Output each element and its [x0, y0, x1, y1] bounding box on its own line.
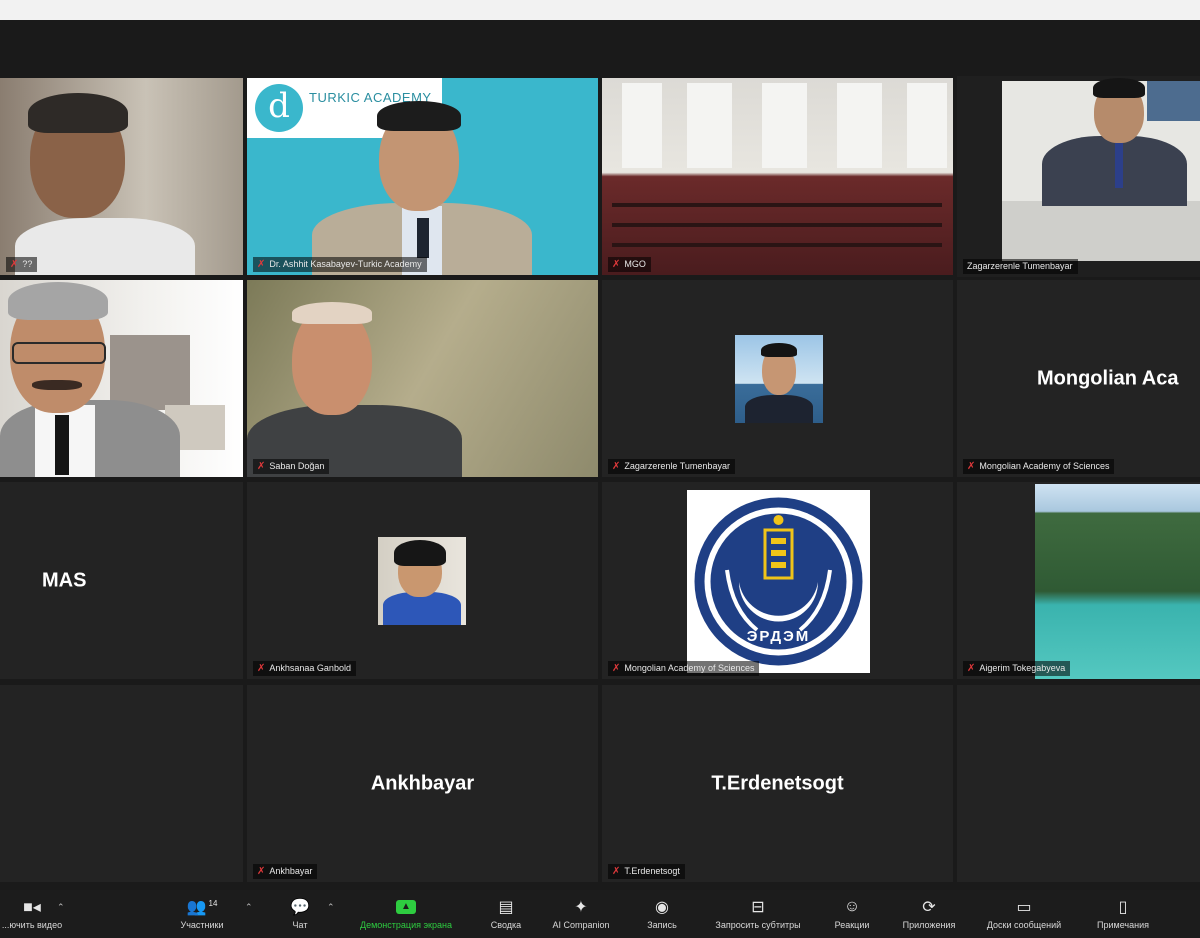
participant-name-label: ✗ Aigerim Tokegabyeva — [963, 661, 1071, 676]
participant-display-name: Mongolian Aca — [1037, 367, 1179, 389]
profile-photo — [735, 335, 823, 423]
notes-button[interactable]: ▯ Примечания — [1088, 896, 1158, 936]
mic-muted-icon: ✗ — [612, 461, 621, 472]
participant-name-label: ✗ Dr. Ashhit Kasabayev-Turkic Academy — [253, 257, 427, 272]
video-tile[interactable]: ✗?? — [0, 78, 243, 275]
turkic-academy-logo-icon: d — [255, 84, 303, 132]
video-tile[interactable]: Ankhbayar ✗ Ankhbayar — [247, 685, 598, 882]
reactions-button[interactable]: ☺ Реакции — [828, 896, 876, 936]
mic-muted-icon: ✗ — [967, 663, 976, 674]
participant-display-name: Ankhbayar — [370, 772, 475, 794]
video-tile[interactable] — [957, 685, 1200, 882]
reactions-icon: ☺ — [843, 898, 861, 915]
meeting-toolbar: ■◂ ...ючить видео ⌃ 👥 14 Участники ⌃ 💬 Ча… — [0, 890, 1200, 938]
seal-text: ЭРДЭМ — [746, 628, 811, 645]
participant-display-name: MAS — [42, 569, 87, 591]
video-tile[interactable] — [0, 685, 243, 882]
video-tile[interactable]: ✗ MGO — [602, 78, 953, 275]
notes-icon: ▯ — [1118, 899, 1128, 916]
video-feed — [0, 280, 243, 477]
video-camera-icon: ■◂ — [23, 899, 41, 916]
profile-photo — [1035, 484, 1200, 679]
video-feed: d TURKIC ACADEMY — [247, 78, 598, 275]
mic-muted-icon: ✗ — [257, 866, 266, 877]
mic-muted-icon: ✗ — [10, 259, 19, 270]
sparkle-icon: ✦ — [574, 899, 588, 916]
video-feed — [247, 280, 598, 477]
record-icon: ◉ — [655, 899, 669, 916]
participant-name-label: ✗ Saban Doğan — [253, 459, 330, 474]
video-tile[interactable]: ЭРДЭМ ✗ Mongolian Academy of Sciences — [602, 482, 953, 679]
participant-name-label: ✗ Ankhsanaa Ganbold — [253, 661, 356, 676]
mic-muted-icon: ✗ — [612, 259, 621, 270]
academy-seal-icon: ЭРДЭМ — [687, 490, 870, 673]
participant-name-label: ✗ T.Erdenetsogt — [608, 864, 685, 879]
whiteboards-button[interactable]: ▭ Доски сообщений — [976, 896, 1072, 936]
mic-muted-icon: ✗ — [967, 461, 976, 472]
participants-button[interactable]: 👥 14 Участники — [172, 896, 232, 936]
video-tile[interactable] — [0, 280, 243, 477]
participant-name-label: ✗?? — [6, 257, 38, 272]
participant-name-label: ✗ MGO — [608, 257, 651, 272]
share-screen-icon: ▲ — [396, 896, 416, 918]
mic-muted-icon: ✗ — [612, 663, 621, 674]
video-tile[interactable]: ✗ Aigerim Tokegabyeva — [957, 482, 1200, 679]
chat-options-chevron-icon[interactable]: ⌃ — [327, 902, 335, 913]
video-options-chevron-icon[interactable]: ⌃ — [57, 902, 65, 913]
participants-icon: 👥 14 — [186, 898, 218, 917]
video-tile[interactable]: d TURKIC ACADEMY ✗ Dr. Ashhit Kasabayev-T… — [247, 78, 598, 275]
participant-name-label: ✗ Mongolian Academy of Sciences — [963, 459, 1115, 474]
participant-name-label: Zagarzerenle Tumenbayar — [963, 259, 1078, 274]
video-tile[interactable]: ✗ Ankhsanaa Ganbold — [247, 482, 598, 679]
video-tile[interactable]: MAS — [0, 482, 243, 679]
record-button[interactable]: ◉ Запись — [640, 896, 684, 936]
video-button[interactable]: ■◂ ...ючить видео — [0, 896, 64, 936]
chat-icon: 💬 — [290, 899, 310, 916]
mic-muted-icon: ✗ — [257, 259, 266, 270]
whiteboard-icon: ▭ — [1016, 899, 1032, 916]
share-screen-button[interactable]: ▲ Демонстрация экрана — [350, 896, 462, 936]
mic-muted-icon: ✗ — [257, 461, 266, 472]
apps-button[interactable]: ⟳ Приложения — [896, 896, 962, 936]
video-feed — [957, 76, 1200, 277]
video-tile[interactable]: Mongolian Aca ✗ Mongolian Academy of Scie… — [957, 280, 1200, 477]
mic-muted-icon: ✗ — [612, 866, 621, 877]
summary-icon: ▤ — [498, 899, 514, 916]
participant-name-label: ✗ Zagarzerenle Tumenbayar — [608, 459, 735, 474]
participant-display-name: T.Erdenetsogt — [711, 772, 844, 794]
summary-button[interactable]: ▤ Сводка — [484, 896, 528, 936]
participant-name-label: ✗ Mongolian Academy of Sciences — [608, 661, 760, 676]
ai-companion-button[interactable]: ✦ AI Companion — [548, 896, 614, 936]
video-tile[interactable]: T.Erdenetsogt ✗ T.Erdenetsogt — [602, 685, 953, 882]
video-tile-active-speaker[interactable]: Zagarzerenle Tumenbayar — [957, 76, 1200, 277]
mic-muted-icon: ✗ — [257, 663, 266, 674]
captions-button[interactable]: ⊟ Запросить субтитры — [706, 896, 810, 936]
participants-options-chevron-icon[interactable]: ⌃ — [245, 902, 253, 913]
video-feed — [0, 78, 243, 275]
apps-icon: ⟳ — [922, 899, 936, 916]
video-feed — [602, 78, 953, 275]
profile-photo — [378, 537, 466, 625]
window-top-strip — [0, 0, 1200, 20]
gallery-grid: ✗?? d TURKIC ACADEMY ✗ Dr. Ashhit Kasabay… — [0, 20, 1200, 890]
captions-icon: ⊟ — [751, 899, 765, 916]
video-tile[interactable]: ✗ Zagarzerenle Tumenbayar — [602, 280, 953, 477]
participants-count: 14 — [208, 898, 218, 908]
seal-graphic — [694, 497, 863, 666]
participant-name-label: ✗ Ankhbayar — [253, 864, 318, 879]
video-tile[interactable]: ✗ Saban Doğan — [247, 280, 598, 477]
chat-button[interactable]: 💬 Чат — [284, 896, 316, 936]
